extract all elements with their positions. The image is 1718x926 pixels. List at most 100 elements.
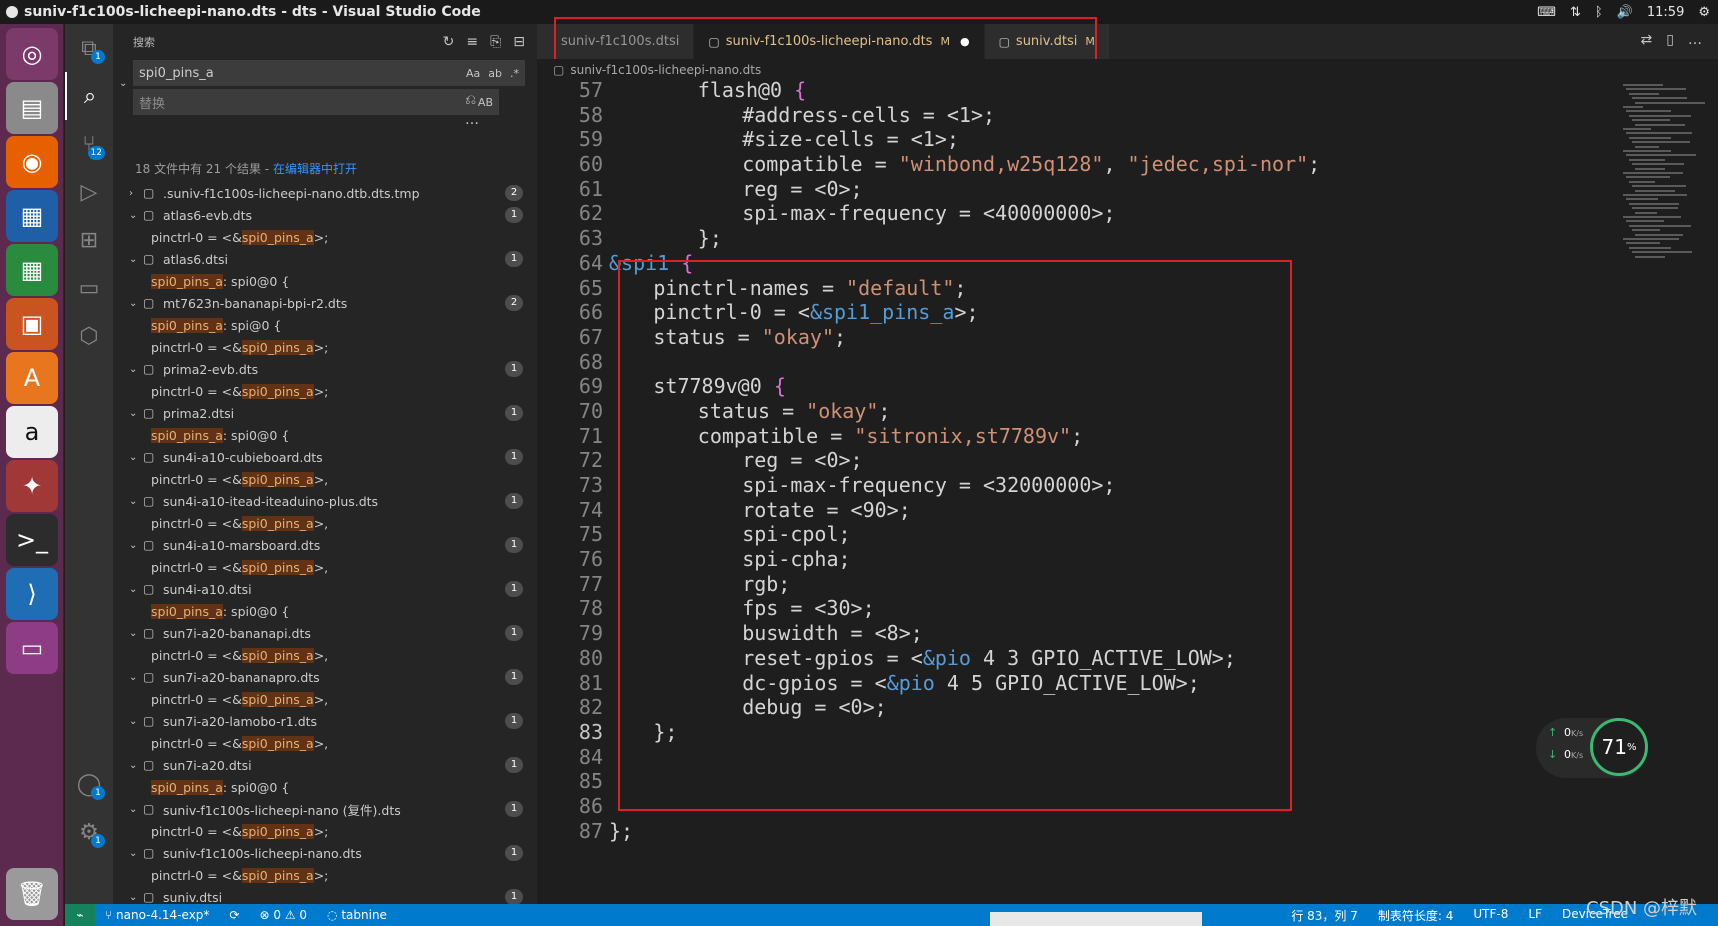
code-line[interactable]: 59 #size-cells = <1>; [537, 127, 1617, 152]
result-match-row[interactable]: pinctrl-0 = <& spi0_pins_a >, [113, 688, 537, 710]
open-changes-icon[interactable]: ⇄ [1641, 32, 1653, 48]
chevron-down-icon[interactable]: ⌄ [129, 540, 143, 551]
new-search-editor-icon[interactable]: ⎘ [490, 34, 501, 50]
result-match-row[interactable]: pinctrl-0 = <& spi0_pins_a >; [113, 380, 537, 402]
chevron-down-icon[interactable]: ⌄ [129, 254, 143, 265]
code-line[interactable]: 58 #address-cells = <1>; [537, 103, 1617, 128]
trash-icon[interactable]: 🗑 [6, 868, 58, 920]
result-file-row[interactable]: ⌄ ▢ sun4i-a10-marsboard.dts 1 [113, 534, 537, 556]
chevron-right-icon[interactable]: › [129, 188, 143, 199]
open-in-editor-link[interactable]: 在编辑器中打开 [273, 162, 357, 176]
bluetooth-icon[interactable]: ᛒ [1595, 5, 1603, 20]
remote-icon[interactable]: ⌁ [65, 904, 95, 926]
tabnine-item[interactable]: ◌ tabnine [317, 908, 397, 922]
chevron-down-icon[interactable]: ⌄ [129, 892, 143, 903]
search-input[interactable]: spi0_pins_a Aa ab .* [133, 60, 525, 86]
app-icon[interactable]: ▭ [6, 622, 58, 674]
minimap[interactable] [1617, 78, 1707, 904]
writer-icon[interactable]: ▦ [6, 190, 58, 242]
settings-icon[interactable]: ✦ [6, 460, 58, 512]
result-match-row[interactable]: spi0_pins_a: spi@0 { [113, 314, 537, 336]
cube-icon[interactable]: ⬡ [65, 312, 113, 360]
impress-icon[interactable]: ▣ [6, 298, 58, 350]
volume-icon[interactable]: 🔊 [1617, 5, 1633, 20]
result-file-row[interactable]: ⌄ ▢ prima2-evb.dts 1 [113, 358, 537, 380]
chevron-down-icon[interactable]: ⌄ [129, 804, 143, 815]
code-line[interactable]: 57 flash@0 { [537, 78, 1617, 103]
network-icon[interactable]: ⇅ [1570, 5, 1581, 20]
firefox-icon[interactable]: ◉ [6, 136, 58, 188]
chevron-down-icon[interactable]: ⌄ [129, 672, 143, 683]
encoding[interactable]: UTF-8 [1463, 907, 1518, 924]
result-file-row[interactable]: ⌄ ▢ sun7i-a20-bananapi.dts 1 [113, 622, 537, 644]
result-file-row[interactable]: ⌄ ▢ suniv-f1c100s-licheepi-nano (复件).dts 1 [113, 798, 537, 820]
clear-results-icon[interactable]: ≡ [466, 34, 478, 50]
result-match-row[interactable]: spi0_pins_a: spi0@0 { [113, 270, 537, 292]
result-match-row[interactable]: pinctrl-0 = <& spi0_pins_a >; [113, 864, 537, 886]
explorer-icon[interactable]: ⧉ 1 [65, 24, 113, 72]
result-match-row[interactable]: pinctrl-0 = <& spi0_pins_a >; [113, 226, 537, 248]
ime-toolbar[interactable] [990, 912, 1202, 926]
chevron-down-icon[interactable]: ⌄ [129, 452, 143, 463]
search-icon[interactable]: ⌕ [65, 72, 113, 120]
result-file-row[interactable]: ⌄ ▢ sun7i-a20.dtsi 1 [113, 754, 537, 776]
remote-explorer-icon[interactable]: ▭ [65, 264, 113, 312]
result-match-row[interactable]: pinctrl-0 = <& spi0_pins_a >, [113, 512, 537, 534]
preserve-case-toggle[interactable]: AB [478, 96, 493, 109]
source-control-icon[interactable]: ⑂ 12 [65, 120, 113, 168]
chevron-down-icon[interactable]: ⌄ [129, 210, 143, 221]
clock[interactable]: 11:59 [1647, 5, 1684, 20]
result-match-row[interactable]: pinctrl-0 = <& spi0_pins_a >, [113, 468, 537, 490]
manage-gear-icon[interactable]: ⚙ 1 [65, 808, 113, 856]
chevron-down-icon[interactable]: ⌄ [129, 496, 143, 507]
result-file-row[interactable]: ⌄ ▢ sun4i-a10-cubieboard.dts 1 [113, 446, 537, 468]
amazon-icon[interactable]: a [6, 406, 58, 458]
result-file-row[interactable]: ⌄ ▢ suniv-f1c100s-licheepi-nano.dts 1 [113, 842, 537, 864]
match-word-toggle[interactable]: ab [488, 67, 502, 80]
chevron-down-icon[interactable]: ⌄ [129, 760, 143, 771]
result-file-row[interactable]: ⌄ ▢ atlas6-evb.dts 1 [113, 204, 537, 226]
code-line[interactable]: 62 spi-max-frequency = <40000000>; [537, 201, 1617, 226]
result-match-row[interactable]: pinctrl-0 = <& spi0_pins_a >, [113, 644, 537, 666]
result-match-row[interactable]: spi0_pins_a: spi0@0 { [113, 424, 537, 446]
chevron-down-icon[interactable]: ⌄ [129, 628, 143, 639]
result-file-row[interactable]: ⌄ ▢ mt7623n-bananapi-bpi-r2.dts 2 [113, 292, 537, 314]
ubuntu-icon[interactable]: ◎ [6, 28, 58, 80]
gear-icon[interactable]: ⚙ [1698, 5, 1710, 20]
eol[interactable]: LF [1518, 907, 1552, 924]
chevron-down-icon[interactable]: ⌄ [129, 716, 143, 727]
keyboard-icon[interactable]: ⌨ [1537, 5, 1556, 20]
chevron-down-icon[interactable]: ⌄ [129, 584, 143, 595]
result-file-row[interactable]: ⌄ ▢ suniv.dtsi 1 [113, 886, 537, 904]
collapse-all-icon[interactable]: ⊟ [513, 34, 525, 50]
run-debug-icon[interactable]: ▷ [65, 168, 113, 216]
software-icon[interactable]: A [6, 352, 58, 404]
result-file-row[interactable]: ⌄ ▢ sun7i-a20-bananapro.dts 1 [113, 666, 537, 688]
calc-icon[interactable]: ▦ [6, 244, 58, 296]
window-close-button[interactable] [6, 6, 18, 18]
result-file-row[interactable]: › ▢ .suniv-f1c100s-licheepi-nano.dtb.dts.t… [113, 182, 537, 204]
code-line[interactable]: 60 compatible = "winbond,w25q128", "jedec… [537, 152, 1617, 177]
tab-size[interactable]: 制表符长度: 4 [1368, 907, 1464, 924]
result-file-row[interactable]: ⌄ ▢ prima2.dtsi 1 [113, 402, 537, 424]
result-match-row[interactable]: pinctrl-0 = <& spi0_pins_a >, [113, 556, 537, 578]
vscode-icon[interactable]: ⟩ [6, 568, 58, 620]
toggle-replace-icon[interactable]: ⌄ [119, 78, 127, 89]
chevron-down-icon[interactable]: ⌄ [129, 364, 143, 375]
sync-icon[interactable]: ⟳ [219, 908, 249, 922]
regex-toggle[interactable]: .* [510, 67, 519, 80]
result-match-row[interactable]: spi0_pins_a: spi0@0 { [113, 600, 537, 622]
result-file-row[interactable]: ⌄ ▢ sun7i-a20-lamobo-r1.dts 1 [113, 710, 537, 732]
code-line[interactable]: 61 reg = <0>; [537, 177, 1617, 202]
result-match-row[interactable]: pinctrl-0 = <& spi0_pins_a >; [113, 820, 537, 842]
replace-input[interactable]: 替换 AB [133, 89, 499, 115]
result-file-row[interactable]: ⌄ ▢ atlas6.dtsi 1 [113, 248, 537, 270]
account-icon[interactable]: ◯ 1 [65, 760, 113, 808]
cursor-position[interactable]: 行 83，列 7 [1281, 907, 1368, 924]
replace-all-icon[interactable]: ⎌ [465, 92, 476, 108]
chevron-down-icon[interactable]: ⌄ [129, 408, 143, 419]
problems-item[interactable]: ⊗ 0 ⚠ 0 [249, 908, 317, 922]
result-match-row[interactable]: spi0_pins_a: spi0@0 { [113, 776, 537, 798]
breadcrumb-file[interactable]: suniv-f1c100s-licheepi-nano.dts [570, 63, 761, 77]
split-editor-icon[interactable]: ▯ [1666, 32, 1674, 48]
